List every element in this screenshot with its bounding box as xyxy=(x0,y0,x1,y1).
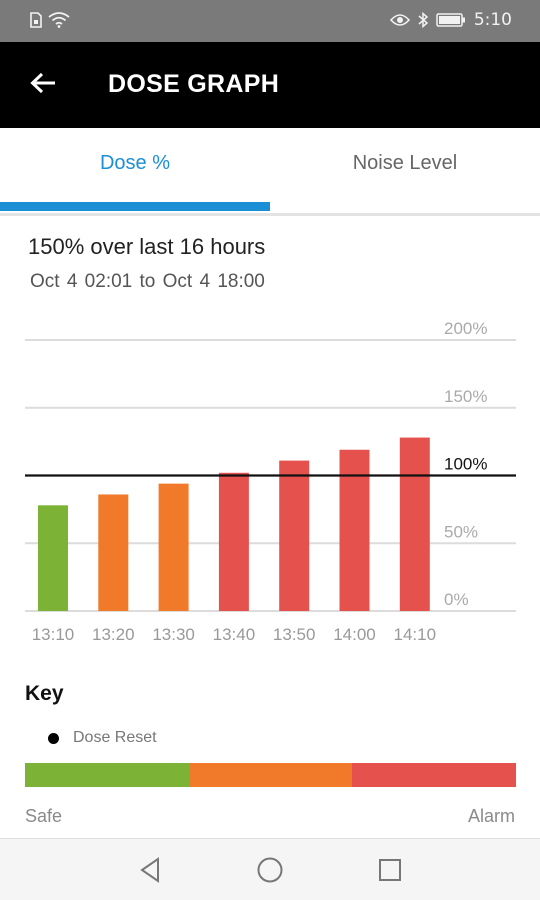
home-circle-icon[interactable] xyxy=(255,855,285,885)
scale-min-label: Safe xyxy=(25,806,63,826)
sim-icon xyxy=(30,12,42,28)
active-tab-indicator xyxy=(0,202,270,211)
tab-noise-level[interactable]: Noise Level xyxy=(270,128,540,214)
key-item-label: Dose Reset xyxy=(73,729,157,746)
x-tick-label: 13:30 xyxy=(152,625,195,644)
x-tick-label: 13:40 xyxy=(213,625,256,644)
scale-max-label: Alarm xyxy=(467,806,515,826)
key-title: Key xyxy=(25,682,64,705)
y-tick-label: 50% xyxy=(444,522,478,541)
dose-chart: 0% 50% 100% 150% 200% 13:10 13:20 13:30 13:40 13:… xyxy=(25,320,516,644)
x-tick-label: 13:50 xyxy=(273,625,316,644)
x-tick-label: 13:10 xyxy=(32,625,75,644)
x-tick-label: 13:20 xyxy=(92,625,135,644)
bar-1350 xyxy=(279,460,310,611)
eye-icon xyxy=(389,13,410,27)
app-bar: DOSE GRAPH xyxy=(0,42,540,128)
bar-1400 xyxy=(339,449,370,611)
scale-alarm-segment xyxy=(352,763,517,787)
recents-square-icon[interactable] xyxy=(375,855,405,885)
back-triangle-icon[interactable] xyxy=(136,855,166,885)
bluetooth-icon xyxy=(418,12,428,28)
x-tick-label: 14:10 xyxy=(394,625,437,644)
wifi-icon xyxy=(48,12,70,28)
scale-warning-segment xyxy=(188,763,353,787)
bar-1320 xyxy=(98,494,129,611)
bar-1330 xyxy=(158,483,189,611)
key-item-dose-reset: Dose Reset xyxy=(48,729,157,747)
dot-icon xyxy=(48,732,59,744)
scale-safe-segment xyxy=(25,763,189,787)
back-button[interactable] xyxy=(22,64,64,106)
battery-icon xyxy=(436,13,466,27)
bar-1310 xyxy=(38,505,68,611)
page-title: DOSE GRAPH xyxy=(108,70,280,98)
bar-1340 xyxy=(218,472,249,611)
tab-bar: Dose % Noise Level xyxy=(0,128,540,216)
bar-1410 xyxy=(399,437,430,611)
arrow-left-icon xyxy=(29,71,57,100)
y-tick-label: 0% xyxy=(444,590,469,609)
dose-summary: 150% over last 16 hours xyxy=(28,234,266,259)
status-time: 5:10 xyxy=(473,10,512,30)
risk-scale-bar xyxy=(25,763,517,787)
x-tick-label: 14:00 xyxy=(333,625,376,644)
y-tick-label: 200% xyxy=(444,320,487,338)
status-bar: 5:10 xyxy=(0,0,540,42)
y-tick-label: 100% xyxy=(444,455,487,474)
y-tick-label: 150% xyxy=(444,387,487,406)
system-nav-bar xyxy=(0,838,540,900)
date-range: Oct 4 02:01 to Oct 4 18:00 xyxy=(30,271,265,292)
